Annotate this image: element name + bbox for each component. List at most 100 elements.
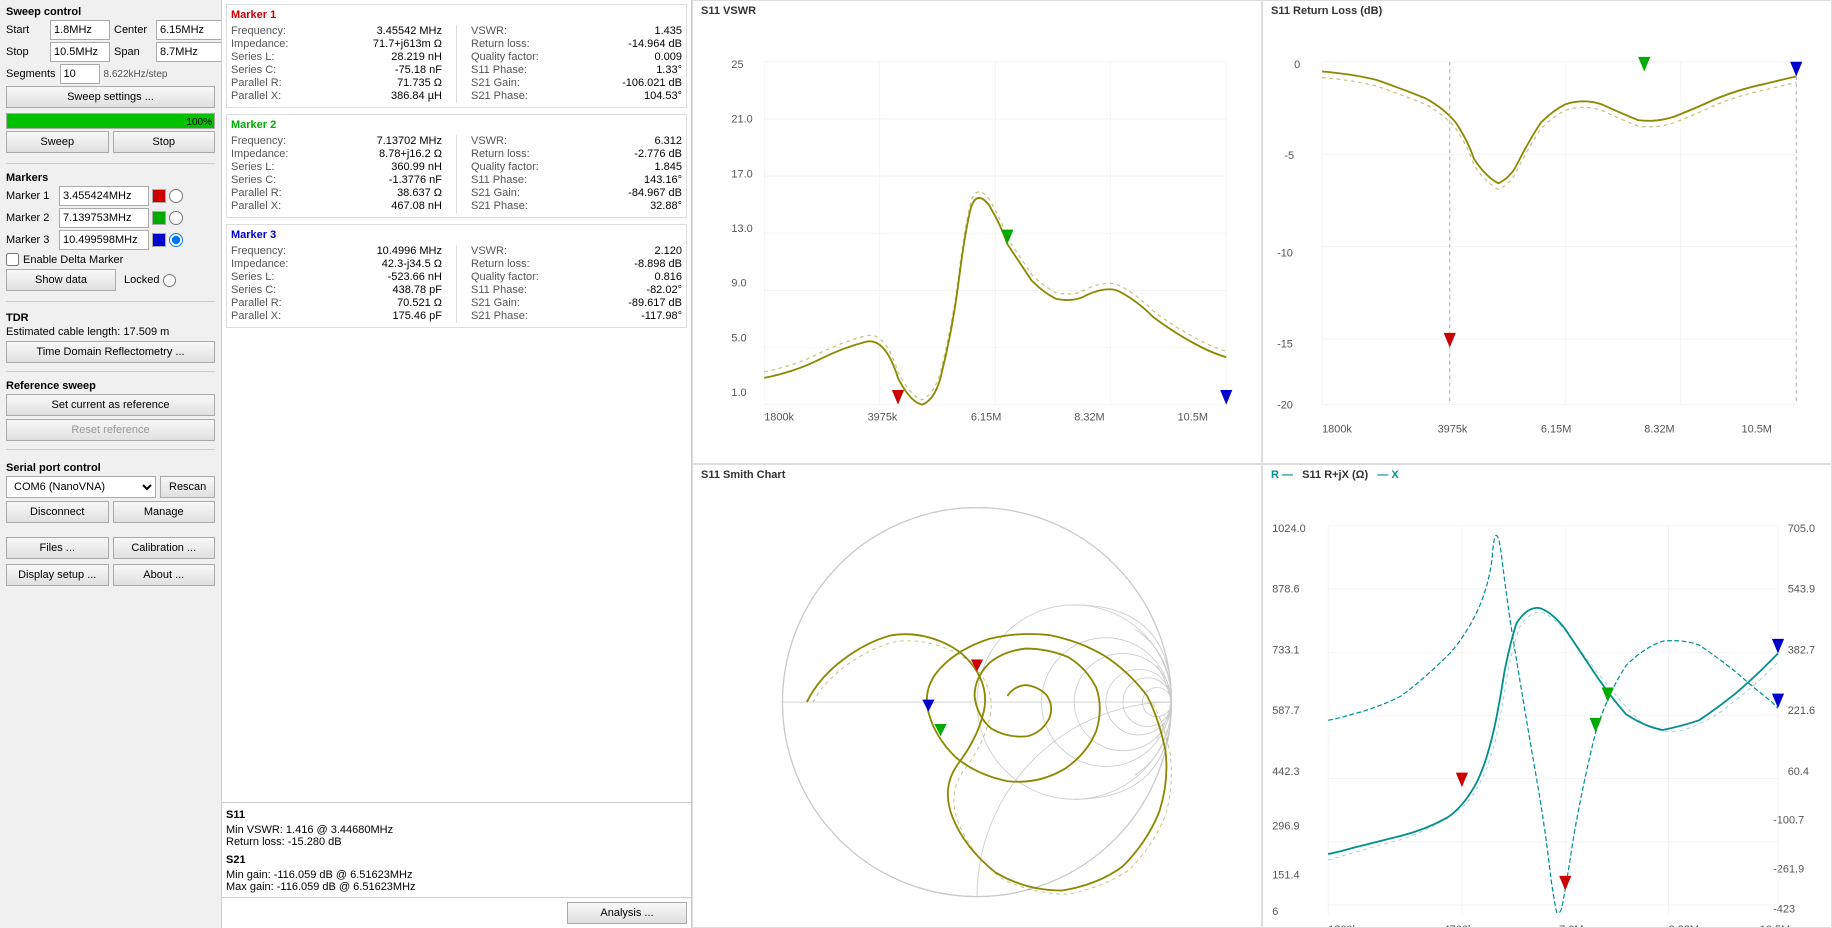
sweep-settings-button[interactable]: Sweep settings ... bbox=[6, 86, 215, 108]
smith-chart-title: S11 Smith Chart bbox=[701, 469, 785, 481]
m3-parallel-r: 70.521 Ω bbox=[397, 297, 442, 309]
serial-port-section: Serial port control COM6 (NanoVNA) Resca… bbox=[6, 462, 215, 525]
m1-parallel-r: 71.735 Ω bbox=[397, 77, 442, 89]
bottom-buttons: Files ... Calibration ... Display setup … bbox=[6, 537, 215, 588]
about-button[interactable]: About ... bbox=[113, 564, 216, 586]
svg-text:733.1: 733.1 bbox=[1272, 644, 1299, 656]
marker1-col-left: Frequency:3.45542 MHz Impedance:71.7+j61… bbox=[231, 25, 442, 103]
svg-text:296.9: 296.9 bbox=[1272, 821, 1299, 833]
s21-min-gain-row: Min gain: -116.059 dB @ 6.51623MHz bbox=[226, 869, 687, 881]
span-input[interactable] bbox=[156, 42, 222, 62]
svg-text:-5: -5 bbox=[1284, 150, 1294, 162]
svg-text:587.7: 587.7 bbox=[1272, 705, 1299, 717]
marker3-label: Marker 3 bbox=[6, 234, 56, 246]
marker3-radio[interactable] bbox=[169, 233, 183, 247]
rxj-r-label: R — bbox=[1271, 469, 1293, 481]
s21-min-gain-label: Min gain: bbox=[226, 869, 271, 881]
divider-3 bbox=[6, 371, 215, 372]
rxj-title-label: S11 R+jX (Ω) bbox=[1302, 469, 1368, 481]
locked-radio[interactable] bbox=[163, 274, 176, 287]
s11-summary: S11 Min VSWR: 1.416 @ 3.44680MHz Return … bbox=[222, 802, 691, 897]
marker3-row: Marker 3 bbox=[6, 230, 215, 250]
s11-min-vswr-value: 1.416 @ 3.44680MHz bbox=[286, 824, 393, 836]
segments-input[interactable] bbox=[60, 64, 100, 84]
m1-s11-phase: 1.33° bbox=[656, 64, 682, 76]
marker3-input[interactable] bbox=[59, 230, 149, 250]
marker3-col-right: VSWR:2.120 Return loss:-8.898 dB Quality… bbox=[471, 245, 682, 323]
analysis-button[interactable]: Analysis ... bbox=[567, 902, 687, 924]
s21-max-gain-value: -116.059 dB @ 6.51623MHz bbox=[277, 881, 416, 893]
reset-reference-button[interactable]: Reset reference bbox=[6, 419, 215, 441]
start-label: Start bbox=[6, 24, 46, 36]
port-select[interactable]: COM6 (NanoVNA) bbox=[6, 476, 156, 498]
center-input[interactable] bbox=[156, 20, 222, 40]
marker1-input[interactable] bbox=[59, 186, 149, 206]
return-loss-chart-title: S11 Return Loss (dB) bbox=[1271, 5, 1382, 17]
m3-s21-gain: -89.617 dB bbox=[628, 297, 682, 309]
tdr-button[interactable]: Time Domain Reflectometry ... bbox=[6, 341, 215, 363]
tdr-cable-length: Estimated cable length: 17.509 m bbox=[6, 326, 215, 338]
rescan-button[interactable]: Rescan bbox=[160, 476, 215, 498]
sweep-control-title: Sweep control bbox=[6, 6, 215, 18]
svg-text:8.32M: 8.32M bbox=[1669, 924, 1699, 927]
analysis-btn-row: Analysis ... bbox=[222, 897, 691, 928]
m1-frequency: 3.45542 MHz bbox=[377, 25, 442, 37]
set-reference-button[interactable]: Set current as reference bbox=[6, 394, 215, 416]
marker1-color-button[interactable] bbox=[152, 189, 166, 203]
m2-impedance: 8.78+j16.2 Ω bbox=[379, 148, 442, 160]
manage-button[interactable]: Manage bbox=[113, 501, 216, 523]
marker2-input[interactable] bbox=[59, 208, 149, 228]
s21-max-gain-label: Max gain: bbox=[226, 881, 274, 893]
svg-text:6.15M: 6.15M bbox=[971, 411, 1001, 423]
marker2-block-title: Marker 2 bbox=[231, 119, 682, 131]
marker2-col-right: VSWR:6.312 Return loss:-2.776 dB Quality… bbox=[471, 135, 682, 213]
svg-text:878.6: 878.6 bbox=[1272, 584, 1299, 596]
marker2-color-button[interactable] bbox=[152, 211, 166, 225]
marker2-data-table: Frequency:7.13702 MHz Impedance:8.78+j16… bbox=[231, 135, 682, 213]
svg-text:151.4: 151.4 bbox=[1272, 869, 1299, 881]
start-input[interactable] bbox=[50, 20, 110, 40]
display-setup-button[interactable]: Display setup ... bbox=[6, 564, 109, 586]
marker-info-area: Marker 1 Frequency:3.45542 MHz Impedance… bbox=[222, 0, 691, 802]
m1-s21-phase: 104.53° bbox=[644, 90, 682, 102]
svg-text:7.6M: 7.6M bbox=[1559, 924, 1583, 927]
enable-delta-checkbox[interactable] bbox=[6, 253, 19, 266]
rxj-svg: 1024.0 878.6 733.1 587.7 442.3 296.9 151… bbox=[1263, 465, 1831, 927]
calibration-button[interactable]: Calibration ... bbox=[113, 537, 216, 559]
marker3-color-button[interactable] bbox=[152, 233, 166, 247]
m1-series-l: 28.219 nH bbox=[391, 51, 442, 63]
span-label: Span bbox=[114, 46, 152, 58]
tdr-section: TDR Estimated cable length: 17.509 m Tim… bbox=[6, 312, 215, 363]
disconnect-button[interactable]: Disconnect bbox=[6, 501, 109, 523]
files-button[interactable]: Files ... bbox=[6, 537, 109, 559]
marker1-radio[interactable] bbox=[169, 189, 183, 203]
svg-text:9.0: 9.0 bbox=[731, 278, 746, 290]
svg-text:3975k: 3975k bbox=[868, 411, 898, 423]
m3-vswr: 2.120 bbox=[654, 245, 682, 257]
m1-return-loss: -14.964 dB bbox=[628, 38, 682, 50]
svg-text:17.0: 17.0 bbox=[731, 168, 752, 180]
svg-text:543.9: 543.9 bbox=[1788, 584, 1815, 596]
stop-input[interactable] bbox=[50, 42, 110, 62]
m2-parallel-r: 38.637 Ω bbox=[397, 187, 442, 199]
svg-text:6: 6 bbox=[1272, 906, 1278, 918]
marker1-label: Marker 1 bbox=[6, 190, 56, 202]
s11-min-vswr-row: Min VSWR: 1.416 @ 3.44680MHz bbox=[226, 824, 687, 836]
show-data-button[interactable]: Show data bbox=[6, 269, 116, 291]
marker3-col-left: Frequency:10.4996 MHz Impedance:42.3-j34… bbox=[231, 245, 442, 323]
tdr-cable-length-label: Estimated cable length: bbox=[6, 326, 120, 338]
progress-label: 100% bbox=[6, 117, 212, 128]
m3-frequency: 10.4996 MHz bbox=[377, 245, 442, 257]
sweep-button[interactable]: Sweep bbox=[6, 131, 109, 153]
sweep-control-section: Sweep control Start Center Stop Span Seg… bbox=[6, 6, 215, 155]
svg-text:0: 0 bbox=[1294, 59, 1300, 71]
svg-text:221.6: 221.6 bbox=[1788, 705, 1815, 717]
svg-text:10.5M: 10.5M bbox=[1760, 924, 1790, 927]
m2-quality-factor: 1.845 bbox=[654, 161, 682, 173]
svg-text:705.0: 705.0 bbox=[1788, 523, 1815, 535]
s21-title: S21 bbox=[226, 854, 687, 866]
marker2-radio[interactable] bbox=[169, 211, 183, 225]
stop-button[interactable]: Stop bbox=[113, 131, 216, 153]
stop-label: Stop bbox=[6, 46, 46, 58]
svg-text:1.0: 1.0 bbox=[731, 387, 746, 399]
